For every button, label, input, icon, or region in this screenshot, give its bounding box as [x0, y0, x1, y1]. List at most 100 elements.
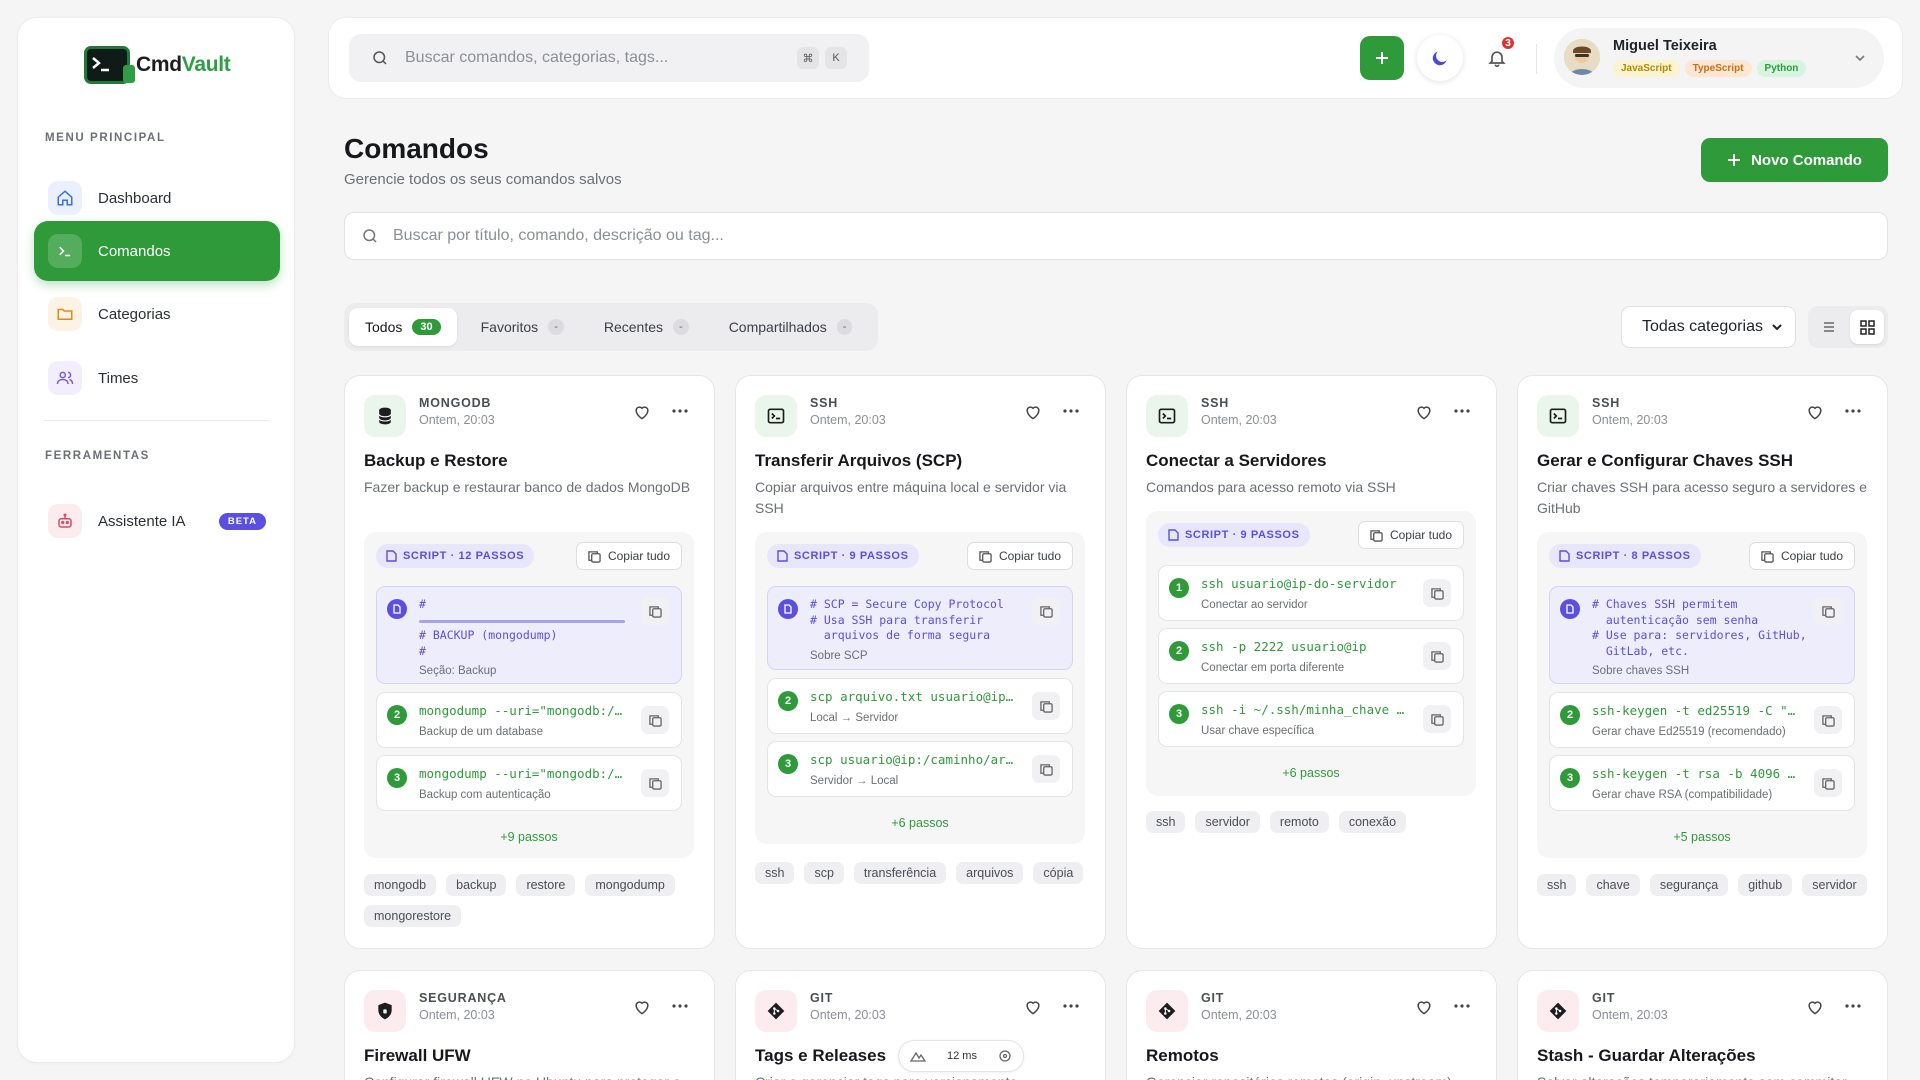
tag[interactable]: mongodump: [585, 874, 675, 896]
copy-all-button[interactable]: Copiar tudo: [575, 542, 682, 570]
script-step[interactable]: 1 ssh usuario@ip-do-servidor Conectar ao…: [1158, 565, 1464, 621]
list-view-button[interactable]: [1812, 310, 1846, 344]
command-card[interactable]: SSH Ontem, 20:03 Gerar e Configurar Chav…: [1517, 375, 1888, 949]
tag[interactable]: remoto: [1269, 811, 1329, 833]
heart-icon[interactable]: [1805, 997, 1825, 1017]
copy-step-button[interactable]: [1423, 642, 1451, 670]
plus-icon: [1376, 52, 1388, 64]
global-search-input[interactable]: Buscar comandos, categorias, tags... ⌘ K: [349, 34, 869, 82]
script-step[interactable]: 3 mongodump --uri="mongodb://usuario:sen…: [376, 755, 682, 811]
tab-compartilhados[interactable]: Compartilhados -: [713, 308, 869, 346]
copy-step-button[interactable]: [1423, 705, 1451, 733]
script-step[interactable]: 3 scp usuario@ip:/caminho/arquivo.txt ./…: [767, 741, 1073, 797]
tab-favoritos[interactable]: Favoritos -: [465, 308, 580, 346]
notifications-button[interactable]: 3: [1474, 35, 1520, 81]
card-title: Remotos: [1146, 1046, 1219, 1065]
tag[interactable]: conexão: [1338, 811, 1407, 833]
tag[interactable]: restore: [516, 874, 576, 896]
command-card[interactable]: SSH Ontem, 20:03 Conectar a Servidores C…: [1126, 375, 1497, 949]
quick-add-button[interactable]: [1360, 36, 1404, 80]
command-card[interactable]: MONGODB Ontem, 20:03 Backup e Restore Fa…: [344, 375, 715, 949]
copy-all-button[interactable]: Copiar tudo: [1748, 542, 1855, 570]
tag[interactable]: segurança: [1649, 874, 1729, 896]
script-step[interactable]: 3 ssh -i ~/.ssh/minha_chave usuario@ip U…: [1158, 691, 1464, 747]
script-step[interactable]: # # BACKUP (mongodump) # Seção: Backup: [376, 586, 682, 684]
tag[interactable]: github: [1738, 874, 1793, 896]
tag[interactable]: chave: [1586, 874, 1640, 896]
heart-icon[interactable]: [632, 997, 652, 1017]
heart-icon[interactable]: [1414, 997, 1434, 1017]
user-menu[interactable]: Miguel Teixeira JavaScript TypeScript Py…: [1554, 28, 1884, 88]
tag[interactable]: ssh: [1146, 811, 1186, 833]
tag[interactable]: servidor: [1802, 874, 1867, 896]
copy-all-button[interactable]: Copiar tudo: [966, 542, 1073, 570]
tag[interactable]: cópia: [1033, 862, 1084, 884]
command-card[interactable]: GIT Ontem, 20:03 Remotos Gerenciar repos…: [1126, 970, 1497, 1080]
heart-icon[interactable]: [1023, 402, 1043, 422]
logo[interactable]: CmdVault: [84, 46, 231, 84]
more-icon[interactable]: [672, 1003, 688, 1009]
script-step[interactable]: 2 ssh -p 2222 usuario@ip Conectar em por…: [1158, 628, 1464, 684]
more-icon[interactable]: [1845, 1003, 1861, 1009]
perf-indicator[interactable]: 12 ms: [898, 1040, 1024, 1072]
sidebar-item-assistente-ia[interactable]: Assistente IA BETA: [34, 491, 280, 551]
sidebar-item-times[interactable]: Times: [34, 348, 280, 408]
grid-view-button[interactable]: [1850, 310, 1884, 344]
category-select[interactable]: Todas categorias: [1621, 306, 1796, 348]
tag[interactable]: ssh: [755, 862, 795, 884]
theme-toggle-button[interactable]: [1417, 35, 1463, 81]
tag[interactable]: ssh: [1537, 874, 1577, 896]
heart-icon[interactable]: [1805, 402, 1825, 422]
copy-step-button[interactable]: [1814, 769, 1842, 797]
commands-search-input[interactable]: Buscar por título, comando, descrição ou…: [344, 212, 1888, 260]
copy-all-button[interactable]: Copiar tudo: [1357, 521, 1464, 549]
script-step[interactable]: 2 scp arquivo.txt usuario@ip:/caminho/de…: [767, 678, 1073, 734]
copy-step-button[interactable]: [1814, 706, 1842, 734]
more-icon[interactable]: [672, 408, 688, 414]
tag[interactable]: scp: [804, 862, 844, 884]
tab-recentes[interactable]: Recentes -: [588, 308, 705, 346]
script-step[interactable]: # SCP = Secure Copy Protocol # Usa SSH p…: [767, 586, 1073, 670]
tag[interactable]: arquivos: [956, 862, 1024, 884]
script-step[interactable]: 3 ssh-keygen -t rsa -b 4096 -C "seu@emai…: [1549, 755, 1855, 811]
more-steps-link[interactable]: +5 passos: [1537, 830, 1867, 844]
new-command-button[interactable]: Novo Comando: [1701, 138, 1888, 182]
heart-icon[interactable]: [632, 402, 652, 422]
script-step[interactable]: 2 mongodump --uri="mongodb://localhost:2…: [376, 692, 682, 748]
more-icon[interactable]: [1845, 408, 1861, 414]
copy-step-button[interactable]: [1032, 755, 1060, 783]
copy-step-button[interactable]: [1032, 597, 1060, 625]
command-card[interactable]: GIT Ontem, 20:03 Stash - Guardar Alteraç…: [1517, 970, 1888, 1080]
more-icon[interactable]: [1454, 1003, 1470, 1009]
tab-todos[interactable]: Todos 30: [349, 308, 457, 346]
command-card[interactable]: SEGURANÇA Ontem, 20:03 Firewall UFW Conf…: [344, 970, 715, 1080]
copy-step-button[interactable]: [1032, 692, 1060, 720]
command-card[interactable]: SSH Ontem, 20:03 Transferir Arquivos (SC…: [735, 375, 1106, 949]
copy-step-button[interactable]: [641, 769, 669, 797]
sidebar-item-categorias[interactable]: Categorias: [34, 284, 280, 344]
more-steps-link[interactable]: +6 passos: [755, 816, 1085, 830]
sidebar-item-dashboard[interactable]: Dashboard: [34, 168, 280, 228]
tag[interactable]: servidor: [1195, 811, 1260, 833]
script-step[interactable]: # Chaves SSH permitem autenticação sem s…: [1549, 586, 1855, 684]
step-label: Backup de um database: [419, 726, 544, 738]
copy-step-button[interactable]: [1814, 597, 1842, 625]
tag[interactable]: backup: [446, 874, 507, 896]
copy-step-button[interactable]: [641, 706, 669, 734]
file-icon: [386, 550, 397, 562]
step-number: 3: [1560, 768, 1580, 788]
more-icon[interactable]: [1454, 408, 1470, 414]
more-icon[interactable]: [1063, 408, 1079, 414]
tag[interactable]: transferência: [853, 862, 947, 884]
tag[interactable]: mongodb: [364, 874, 437, 896]
tag[interactable]: mongorestore: [364, 905, 462, 927]
heart-icon[interactable]: [1023, 997, 1043, 1017]
copy-step-button[interactable]: [1423, 579, 1451, 607]
heart-icon[interactable]: [1414, 402, 1434, 422]
more-icon[interactable]: [1063, 1003, 1079, 1009]
script-step[interactable]: 2 ssh-keygen -t ed25519 -C "seu@email.co…: [1549, 692, 1855, 748]
more-steps-link[interactable]: +6 passos: [1146, 766, 1476, 780]
sidebar-item-comandos[interactable]: Comandos: [34, 221, 280, 281]
more-steps-link[interactable]: +9 passos: [364, 830, 694, 844]
copy-step-button[interactable]: [641, 597, 669, 625]
